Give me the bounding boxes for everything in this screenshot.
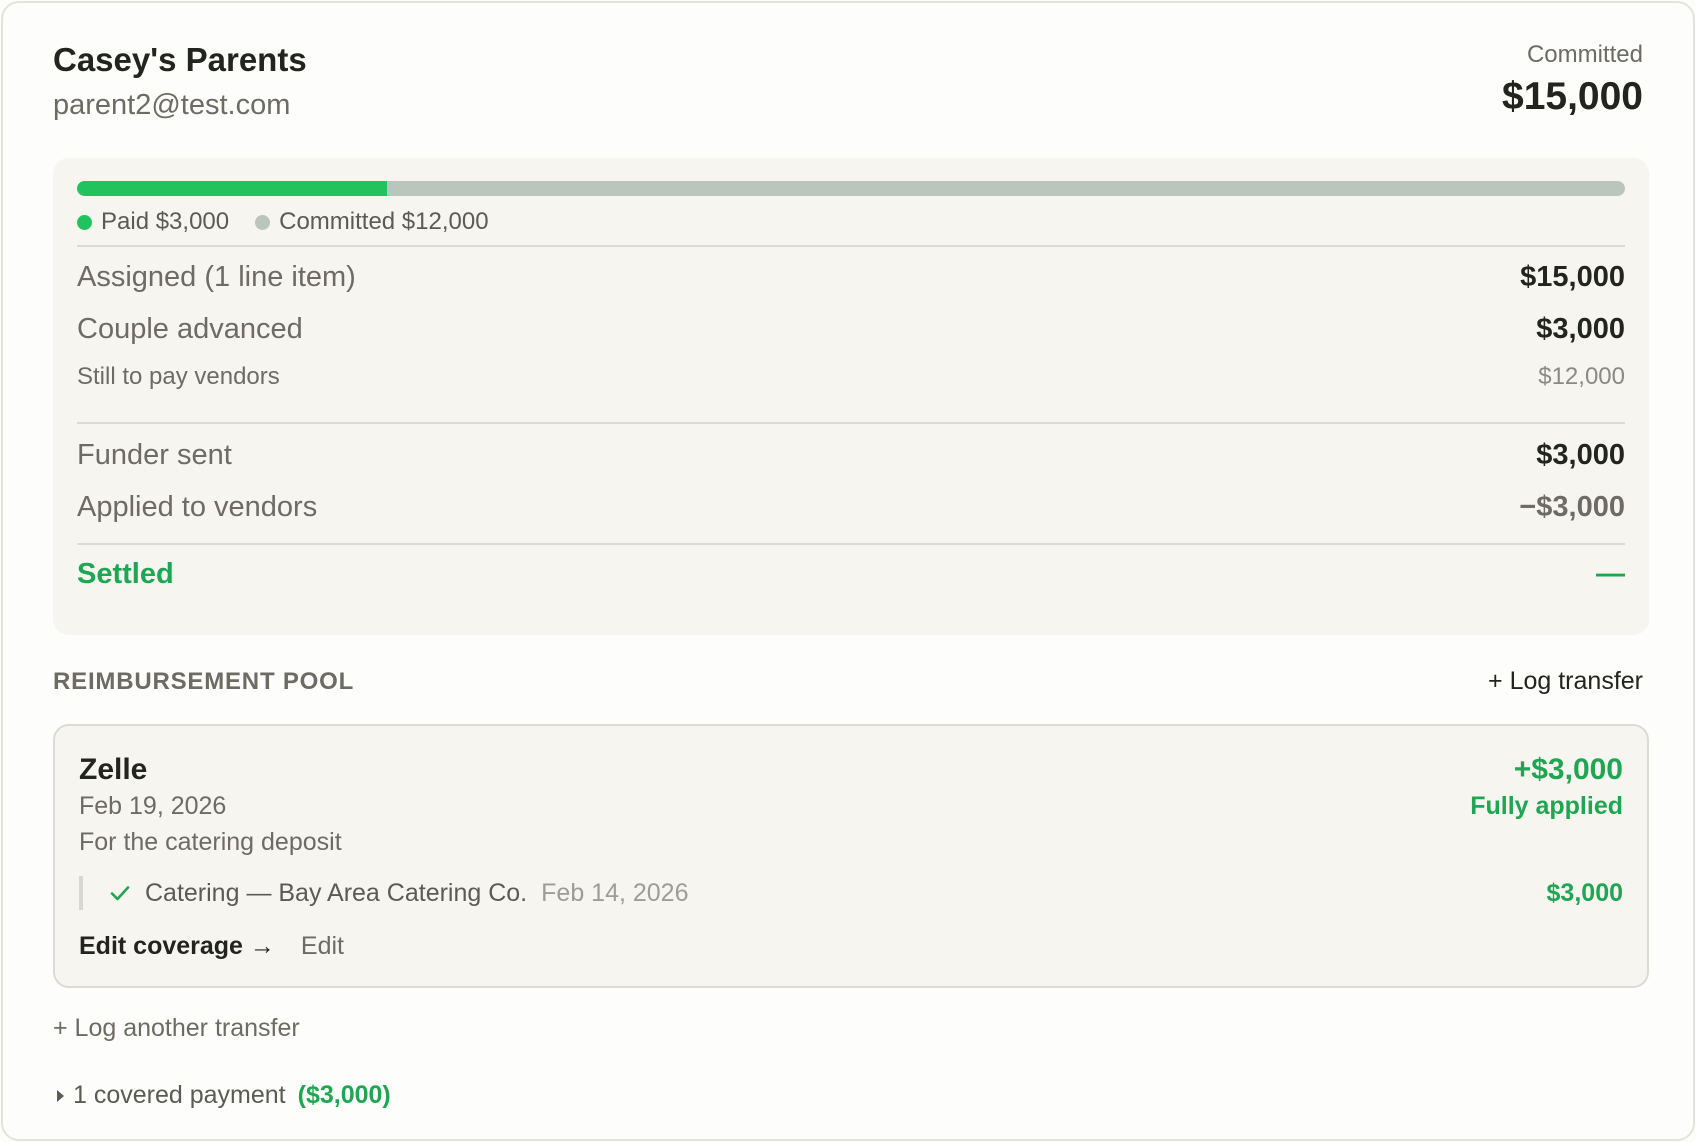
coverage-amount: $3,000 — [1546, 878, 1623, 907]
reimbursement-pool-title: REIMBURSEMENT POOL — [53, 667, 355, 695]
edit-coverage-button[interactable]: Edit coverage → — [79, 932, 275, 961]
paid-dot-icon — [77, 214, 92, 230]
caret-right-icon — [57, 1089, 64, 1102]
funder-sent-value: $3,000 — [1536, 439, 1625, 471]
progress-bar — [77, 181, 1625, 196]
couple-advanced-value: $3,000 — [1536, 313, 1625, 345]
settled-row: Settled — — [77, 558, 1625, 591]
committed-label: Committed — [1526, 41, 1643, 68]
summary-divider — [77, 543, 1625, 545]
log-another-transfer-button[interactable]: + Log another transfer — [53, 1014, 300, 1043]
funder-sent-row: Funder sent $3,000 — [77, 439, 1625, 472]
assigned-value: $15,000 — [1520, 261, 1625, 293]
funder-card: Casey's Parents parent2@test.com Committ… — [1, 1, 1695, 1141]
legend-paid: Paid $3,000 — [77, 208, 229, 236]
applied-value: −$3,000 — [1519, 491, 1625, 523]
legend-committed: Committed $12,000 — [255, 208, 489, 236]
legend-paid-label: Paid $3,000 — [101, 208, 230, 235]
couple-advanced-label: Couple advanced — [77, 313, 303, 345]
summary-divider — [77, 245, 1625, 247]
coverage-item: Catering — Bay Area Catering Co. Feb 14,… — [79, 876, 1623, 910]
progress-legend: Paid $3,000 Committed $12,000 — [77, 208, 515, 236]
edit-transfer-button[interactable]: Edit — [301, 932, 344, 961]
transfer-status: Fully applied — [1470, 792, 1623, 820]
legend-committed-label: Committed $12,000 — [279, 208, 489, 235]
committed-dot-icon — [255, 214, 271, 230]
couple-advanced-row: Couple advanced $3,000 — [77, 313, 1625, 346]
transfer-amount: +$3,000 — [1513, 753, 1623, 786]
coverage-text: Catering — Bay Area Catering Co. — [145, 878, 528, 907]
reimbursement-pool-header: REIMBURSEMENT POOL + Log transfer — [53, 667, 1643, 696]
applied-row: Applied to vendors −$3,000 — [77, 491, 1625, 524]
log-transfer-button[interactable]: + Log transfer — [1488, 667, 1643, 696]
transfer-method: Zelle — [79, 753, 148, 786]
funding-summary-panel: Paid $3,000 Committed $12,000 Assigned (… — [53, 158, 1649, 635]
covered-payments-toggle[interactable]: 1 covered payment ($3,000) — [53, 1081, 391, 1110]
settled-value: — — [1596, 558, 1625, 590]
funder-email: parent2@test.com — [53, 89, 291, 121]
summary-divider — [77, 422, 1625, 424]
transfer-actions: Edit coverage → Edit — [79, 932, 344, 961]
transfer-date: Feb 19, 2026 — [79, 792, 227, 820]
covered-payments-amount: ($3,000) — [297, 1081, 391, 1109]
coverage-date: Feb 14, 2026 — [541, 878, 689, 907]
transfer-card: Zelle Feb 19, 2026 For the catering depo… — [53, 724, 1649, 988]
committed-value: $15,000 — [1502, 75, 1643, 118]
applied-label: Applied to vendors — [77, 491, 318, 523]
progress-bar-paid-fill — [77, 181, 387, 196]
still-to-pay-value: $12,000 — [1538, 363, 1625, 390]
settled-label: Settled — [77, 558, 174, 590]
covered-payments-label: 1 covered payment — [73, 1081, 286, 1109]
funder-name: Casey's Parents — [53, 41, 307, 78]
still-to-pay-label: Still to pay vendors — [77, 363, 280, 390]
assigned-row: Assigned (1 line item) $15,000 — [77, 261, 1625, 294]
still-to-pay-row: Still to pay vendors $12,000 — [77, 363, 1625, 391]
assigned-label: Assigned (1 line item) — [77, 261, 356, 293]
transfer-note: For the catering deposit — [79, 828, 342, 856]
check-icon — [109, 882, 131, 904]
funder-header: Casey's Parents parent2@test.com Committ… — [53, 41, 1643, 131]
funder-sent-label: Funder sent — [77, 439, 232, 471]
